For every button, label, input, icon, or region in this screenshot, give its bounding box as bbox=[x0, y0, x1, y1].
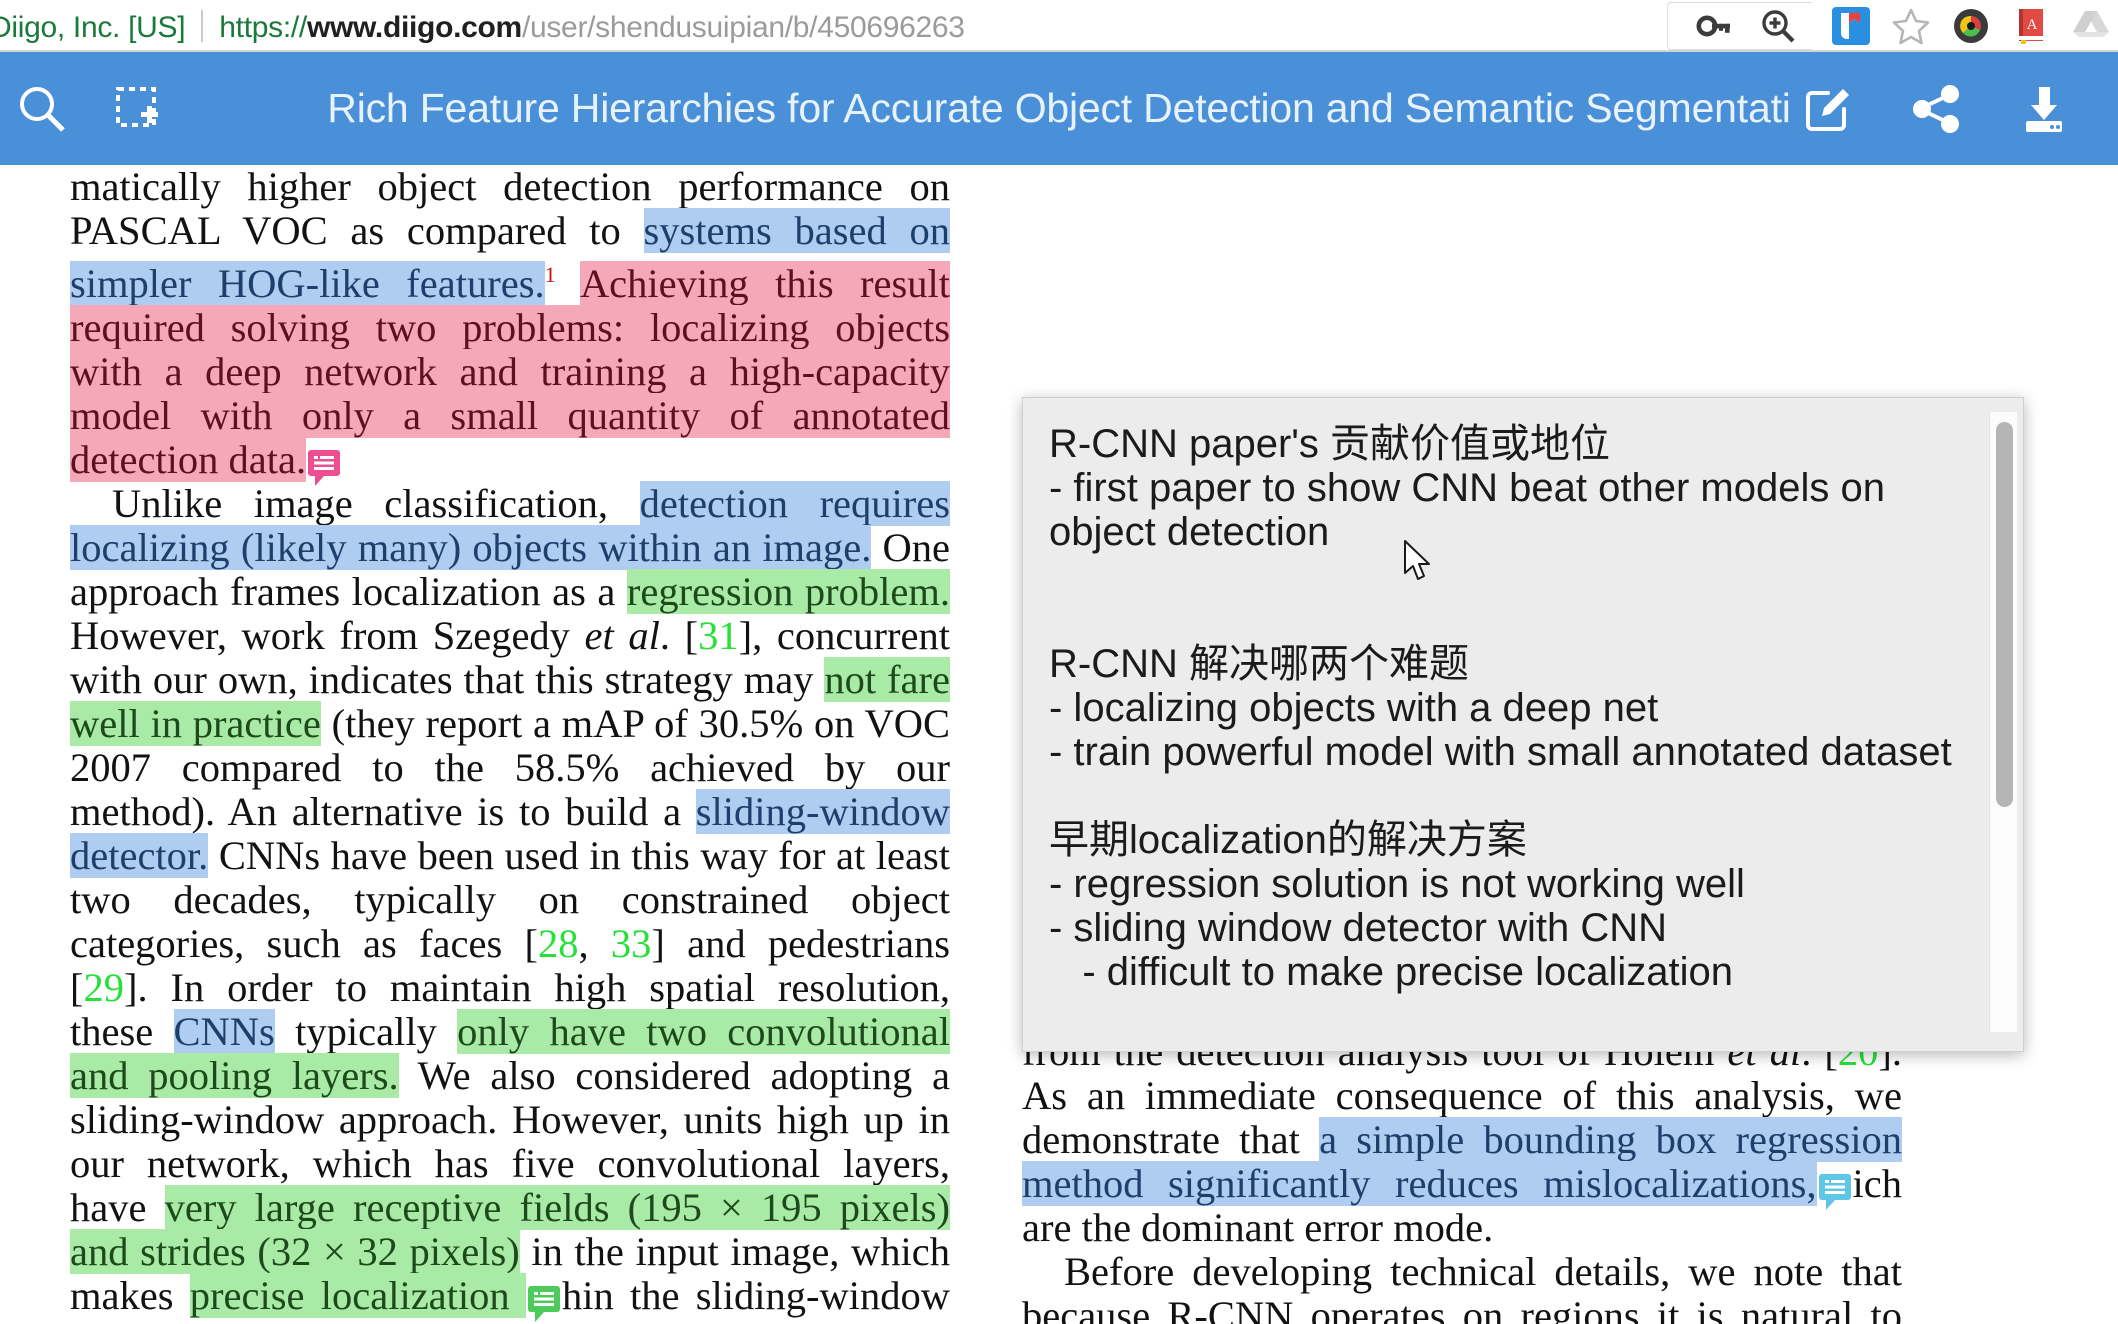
highlight-green[interactable]: regression problem. bbox=[626, 568, 950, 614]
highlight-blue[interactable]: CNNs bbox=[173, 1008, 275, 1054]
crop-select-icon[interactable] bbox=[110, 81, 166, 137]
sticky-note-popup[interactable]: R-CNN paper's 贡献价值或地位 - first paper to s… bbox=[1022, 397, 2024, 1052]
browser-extension-icons: A bbox=[1812, 5, 2118, 47]
omnibox-right-actions: A bbox=[1667, 0, 2118, 52]
omnibox-address-area[interactable]: Diigo, Inc. [US] https://www.diigo.com/u… bbox=[0, 5, 965, 45]
url-scheme: https:// bbox=[219, 11, 307, 44]
footnote-marker[interactable]: 1 bbox=[545, 262, 556, 287]
omnibox-divider bbox=[201, 10, 204, 42]
zoom-in-icon[interactable] bbox=[1758, 6, 1798, 46]
paragraph-left-1: matically higher object detection perfor… bbox=[70, 165, 950, 486]
password-key-icon[interactable] bbox=[1694, 6, 1734, 46]
svg-text:A: A bbox=[2027, 17, 2038, 33]
citation-link[interactable]: 33 bbox=[611, 921, 652, 966]
edit-note-icon[interactable] bbox=[1800, 81, 1856, 137]
citation-link[interactable]: 29 bbox=[84, 965, 125, 1010]
red-book-extension-icon[interactable]: A bbox=[2010, 5, 2052, 47]
text-run: . [ bbox=[659, 612, 699, 658]
diigo-annotation-toolbar: Rich Feature Hierarchies for Accurate Ob… bbox=[0, 52, 2118, 165]
text-run: , bbox=[578, 920, 611, 966]
paper-column-left: matically higher object detection perfor… bbox=[70, 165, 950, 1324]
google-drive-extension-icon[interactable] bbox=[2070, 5, 2112, 47]
search-icon[interactable] bbox=[14, 81, 70, 137]
citation-link[interactable]: 28 bbox=[538, 921, 579, 966]
paragraph-right-3: Before developing technical details, we … bbox=[1022, 1250, 1902, 1324]
diigo-extension-icon[interactable] bbox=[1830, 5, 1872, 47]
browser-omnibox-bar: Diigo, Inc. [US] https://www.diigo.com/u… bbox=[0, 0, 2118, 52]
toolbar-right-actions bbox=[1800, 52, 2072, 165]
share-icon[interactable] bbox=[1908, 81, 1964, 137]
bookmark-star-icon[interactable] bbox=[1890, 5, 1932, 47]
note-scrollbar-track[interactable] bbox=[1989, 412, 2017, 1032]
text-run: typically bbox=[274, 1008, 458, 1054]
text-run: However, work from Szegedy bbox=[70, 612, 585, 658]
url-host: www.diigo.com bbox=[306, 11, 522, 44]
citation-link[interactable]: 31 bbox=[698, 613, 739, 658]
sticky-note-marker-pink[interactable] bbox=[307, 449, 341, 486]
download-icon[interactable] bbox=[2016, 81, 2072, 137]
toolbar-left-actions bbox=[0, 81, 166, 137]
italic-etal: et al bbox=[584, 612, 660, 658]
text-run: Unlike image classification, bbox=[112, 480, 640, 526]
sticky-note-text[interactable]: R-CNN paper's 贡献价值或地位 - first paper to s… bbox=[1049, 422, 1969, 994]
camera-lens-extension-icon[interactable] bbox=[1950, 5, 1992, 47]
site-identity-label: Diigo, Inc. [US] bbox=[0, 11, 186, 44]
url-text[interactable]: https://www.diigo.com/user/shendusuipian… bbox=[219, 11, 965, 45]
highlight-green[interactable]: precise localization bbox=[189, 1272, 526, 1318]
paper-viewer: matically higher object detection perfor… bbox=[0, 165, 2118, 1324]
omnibox-inline-actions bbox=[1667, 2, 1812, 50]
url-path: /user/shendusuipian/b/450696263 bbox=[521, 11, 965, 44]
text-run: Before developing technical details, we … bbox=[1022, 1249, 1902, 1324]
paragraph-left-2: Unlike image classification, detection r… bbox=[70, 480, 950, 1324]
note-scrollbar-thumb[interactable] bbox=[1996, 422, 2013, 807]
sticky-note-marker-green[interactable] bbox=[527, 1285, 561, 1322]
sticky-note-marker-blue[interactable] bbox=[1818, 1173, 1852, 1210]
